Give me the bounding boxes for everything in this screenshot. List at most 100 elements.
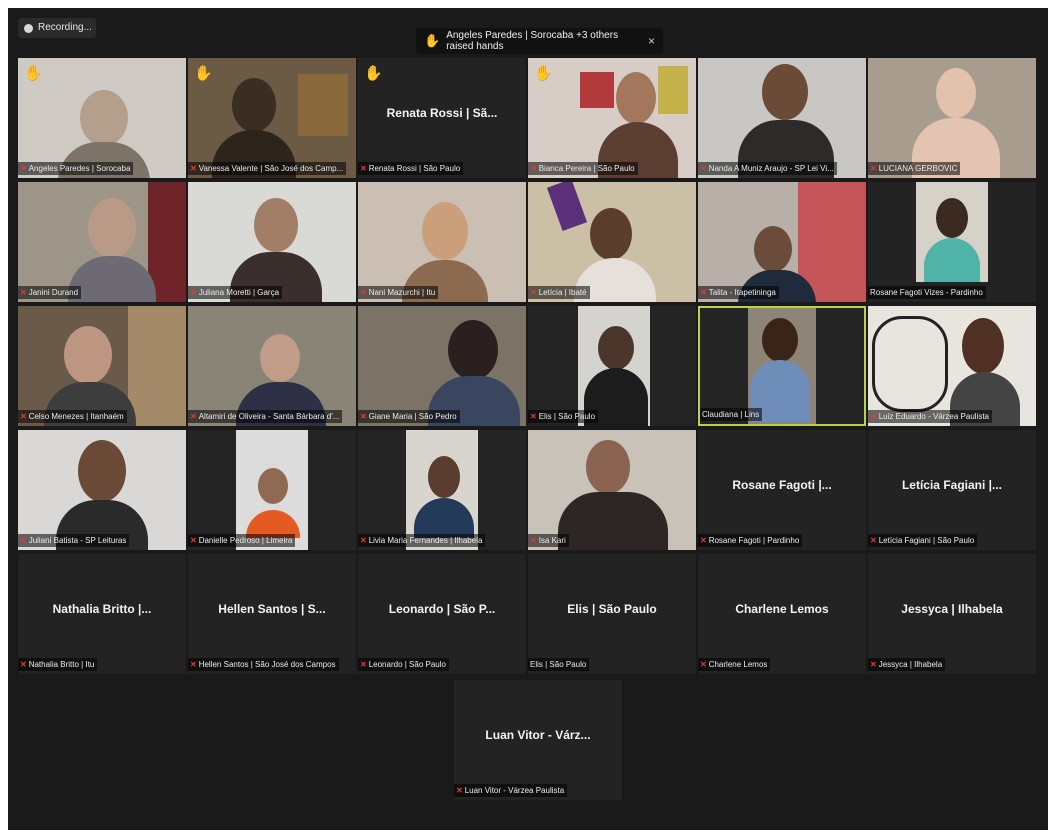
participant-name-label: ✕ Giane Maria | São Pedro bbox=[358, 410, 460, 423]
participant-tile[interactable]: ✕ Luiz Eduardo - Várzea Paulista bbox=[868, 306, 1036, 426]
participant-tile[interactable]: ✕ Nani Mazurchi | Itu bbox=[358, 182, 526, 302]
mic-muted-icon: ✕ bbox=[360, 288, 367, 297]
participant-name-label: ✕ Vanessa Valente | São José dos Camp... bbox=[188, 162, 347, 175]
active-speaker-tile[interactable]: Claudiana | Lins bbox=[698, 306, 866, 426]
meeting-window: Recording... ✋ Angeles Paredes | Sorocab… bbox=[8, 8, 1048, 830]
participant-display-name: Hellen Santos | S... bbox=[218, 602, 326, 616]
participant-name-label: ✕ Livia Maria Fernandes | Ilhabela bbox=[358, 534, 486, 547]
participant-tile[interactable]: Letícia Fagiani |... ✕ Letícia Fagiani | … bbox=[868, 430, 1036, 550]
participant-name-label: ✕ Altamiri de Oliveira - Santa Bárbara d'… bbox=[188, 410, 343, 423]
raised-hands-notification[interactable]: ✋ Angeles Paredes | Sorocaba +3 others r… bbox=[416, 28, 663, 54]
participant-tile[interactable]: Luan Vitor - Várz... ✕ Luan Vitor - Várze… bbox=[454, 680, 622, 800]
participant-tile[interactable]: ✕ Livia Maria Fernandes | Ilhabela bbox=[358, 430, 526, 550]
participant-video bbox=[358, 182, 526, 302]
participant-name-label: ✕ Elis | São Paulo bbox=[528, 410, 599, 423]
participant-display-name: Letícia Fagiani |... bbox=[901, 478, 1003, 492]
participant-tile[interactable]: ✋ Renata Rossi | Sã... ✕ Renata Rossi | S… bbox=[358, 58, 526, 178]
participant-name-label: ✕ Hellen Santos | São José dos Campos bbox=[188, 658, 339, 671]
mic-muted-icon: ✕ bbox=[190, 536, 197, 545]
participant-tile[interactable]: ✕ Talita - Itapetininga bbox=[698, 182, 866, 302]
participant-tile[interactable]: Nathalia Britto |... ✕ Nathalia Britto | … bbox=[18, 554, 186, 674]
participant-video bbox=[358, 306, 526, 426]
participant-video bbox=[188, 430, 356, 550]
recording-icon bbox=[24, 23, 33, 33]
participant-display-name: Luan Vitor - Várz... bbox=[485, 728, 591, 742]
participant-name-label: ✕ Danielle Pedroso | Limeira bbox=[188, 534, 296, 547]
mic-muted-icon: ✕ bbox=[190, 412, 197, 421]
close-icon[interactable]: × bbox=[648, 34, 655, 48]
participant-video bbox=[188, 306, 356, 426]
participant-video bbox=[698, 182, 866, 302]
participant-name-label: ✕ Luan Vitor - Várzea Paulista bbox=[454, 784, 568, 797]
mic-muted-icon: ✕ bbox=[700, 164, 707, 173]
participant-name-label: ✕ Luiz Eduardo - Várzea Paulista bbox=[868, 410, 992, 423]
participant-tile[interactable]: Hellen Santos | S... ✕ Hellen Santos | Sã… bbox=[188, 554, 356, 674]
participant-name-label: Claudiana | Lins bbox=[700, 408, 763, 421]
participant-tile[interactable]: ✋ ✕ Vanessa Valente | São José dos Camp..… bbox=[188, 58, 356, 178]
participant-tile[interactable]: Jessyca | Ilhabela ✕ Jessyca | Ilhabela bbox=[868, 554, 1036, 674]
mic-muted-icon: ✕ bbox=[530, 288, 537, 297]
participant-tile[interactable]: ✕ Isa Kari bbox=[528, 430, 696, 550]
participant-tile[interactable]: Rosane Fagoti Vizes - Pardinho bbox=[868, 182, 1036, 302]
participant-name-label: ✕ Jessyca | Ilhabela bbox=[868, 658, 946, 671]
participant-tile[interactable]: Leonardo | São P... ✕ Leonardo | São Paul… bbox=[358, 554, 526, 674]
participant-display-name: Charlene Lemos bbox=[735, 602, 829, 616]
participant-tile[interactable]: ✕ Janini Durand bbox=[18, 182, 186, 302]
mic-muted-icon: ✕ bbox=[530, 412, 537, 421]
participant-tile[interactable]: ✕ Elis | São Paulo bbox=[528, 306, 696, 426]
mic-muted-icon: ✕ bbox=[870, 660, 877, 669]
participant-tile[interactable]: ✋ ✕ Bianca Pereira | São Paulo bbox=[528, 58, 696, 178]
participant-video bbox=[18, 58, 186, 178]
mic-muted-icon: ✕ bbox=[360, 164, 367, 173]
participant-tile[interactable]: ✕ Letícia | Ibaté bbox=[528, 182, 696, 302]
participant-name-label: ✕ Janini Durand bbox=[18, 286, 82, 299]
participant-name-label: ✕ Bianca Pereira | São Paulo bbox=[528, 162, 638, 175]
participant-tile[interactable]: ✕ Giane Maria | São Pedro bbox=[358, 306, 526, 426]
participant-tile[interactable]: ✕ Altamiri de Oliveira - Santa Bárbara d'… bbox=[188, 306, 356, 426]
mic-muted-icon: ✕ bbox=[20, 412, 27, 421]
participant-video bbox=[188, 182, 356, 302]
participant-video bbox=[868, 306, 1036, 426]
participant-name-label: ✕ LUCIANA GERBOVIC bbox=[868, 162, 961, 175]
participant-name-label: ✕ Nani Mazurchi | Itu bbox=[358, 286, 439, 299]
participant-video bbox=[528, 306, 696, 426]
participant-video bbox=[358, 430, 526, 550]
mic-muted-icon: ✕ bbox=[190, 288, 197, 297]
participant-display-name: Nathalia Britto |... bbox=[52, 602, 152, 616]
participant-name-label: ✕ Talita - Itapetininga bbox=[698, 286, 779, 299]
gallery-grid: ✋ ✕ Angeles Paredes | Sorocaba ✋ ✕ Vanessa… bbox=[18, 58, 1038, 676]
mic-muted-icon: ✕ bbox=[456, 786, 463, 795]
raised-hand-icon: ✋ bbox=[24, 65, 43, 82]
mic-muted-icon: ✕ bbox=[190, 164, 197, 173]
mic-muted-icon: ✕ bbox=[20, 288, 27, 297]
participant-tile[interactable]: ✋ ✕ Angeles Paredes | Sorocaba bbox=[18, 58, 186, 178]
participant-tile[interactable]: ✕ Danielle Pedroso | Limeira bbox=[188, 430, 356, 550]
mic-muted-icon: ✕ bbox=[360, 412, 367, 421]
participant-name-label: ✕ Nanda A Muniz Araujo - SP Lei Vi... bbox=[698, 162, 837, 175]
participant-video bbox=[700, 308, 864, 424]
participant-video bbox=[528, 58, 696, 178]
participant-tile[interactable]: ✕ LUCIANA GERBOVIC bbox=[868, 58, 1036, 178]
raised-hand-icon: ✋ bbox=[194, 65, 213, 82]
participant-name-label: ✕ Angeles Paredes | Sorocaba bbox=[18, 162, 134, 175]
participant-video bbox=[18, 306, 186, 426]
participant-tile[interactable]: ✕ Nanda A Muniz Araujo - SP Lei Vi... bbox=[698, 58, 866, 178]
mic-muted-icon: ✕ bbox=[360, 660, 367, 669]
recording-indicator[interactable]: Recording... bbox=[18, 18, 96, 38]
participant-name-label: ✕ Rosane Fagoti | Pardinho bbox=[698, 534, 803, 547]
mic-muted-icon: ✕ bbox=[700, 660, 707, 669]
participant-name-label: Elis | São Paulo bbox=[528, 658, 590, 671]
raised-hand-icon: ✋ bbox=[364, 65, 383, 82]
participant-tile[interactable]: Elis | São Paulo Elis | São Paulo bbox=[528, 554, 696, 674]
participant-video bbox=[18, 182, 186, 302]
participant-video bbox=[868, 58, 1036, 178]
participant-tile[interactable]: Charlene Lemos ✕ Charlene Lemos bbox=[698, 554, 866, 674]
raised-hand-icon: ✋ bbox=[424, 33, 441, 48]
mic-muted-icon: ✕ bbox=[870, 164, 877, 173]
participant-tile[interactable]: ✕ Juliani Batista - SP Leituras bbox=[18, 430, 186, 550]
mic-muted-icon: ✕ bbox=[20, 164, 27, 173]
participant-tile[interactable]: ✕ Juliana Moretti | Garça bbox=[188, 182, 356, 302]
participant-name-label: ✕ Renata Rossi | São Paulo bbox=[358, 162, 464, 175]
participant-tile[interactable]: ✕ Celso Menezes | Itanhaém bbox=[18, 306, 186, 426]
participant-tile[interactable]: Rosane Fagoti |... ✕ Rosane Fagoti | Pard… bbox=[698, 430, 866, 550]
